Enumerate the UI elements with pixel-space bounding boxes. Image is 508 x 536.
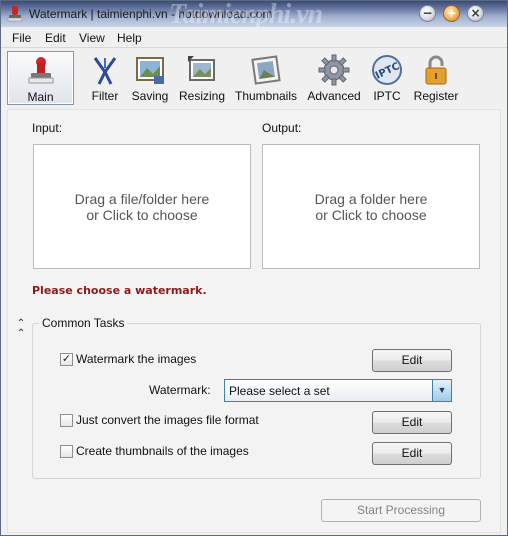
app-stamp-icon <box>7 6 23 22</box>
watermark-images-checkbox[interactable]: ✓ <box>60 352 73 366</box>
watermark-set-select[interactable]: Please select a set ▼ <box>224 379 452 402</box>
watermark-images-row[interactable]: ✓ Watermark the images <box>60 352 196 366</box>
tool-resizing-label: Resizing <box>179 89 226 103</box>
menu-edit[interactable]: Edit <box>45 31 66 45</box>
minimize-icon: − <box>422 6 433 20</box>
chevron-down-icon[interactable]: ▼ <box>432 380 451 401</box>
maximize-icon: + <box>446 6 457 20</box>
input-dropzone-line2: or Click to choose <box>86 206 198 223</box>
watermark-images-label: Watermark the images <box>76 352 197 366</box>
convert-format-label: Just convert the images file format <box>76 413 259 427</box>
tool-saving-label: Saving <box>131 89 169 103</box>
tool-advanced[interactable]: Advanced <box>307 51 361 105</box>
gear-icon <box>318 54 350 86</box>
common-tasks-title: Common Tasks <box>39 316 128 330</box>
output-label: Output: <box>262 121 302 135</box>
output-dropzone[interactable]: Drag a folder here or Click to choose <box>262 144 480 269</box>
tool-iptc[interactable]: IPTC IPTC <box>369 51 405 105</box>
close-button[interactable]: × <box>467 5 484 22</box>
convert-format-row[interactable]: Just convert the images file format <box>60 413 259 427</box>
tool-register[interactable]: Register <box>413 51 459 105</box>
watermark-select-label: Watermark: <box>149 383 211 397</box>
watermark-edit-button[interactable]: Edit <box>372 349 452 372</box>
tool-main[interactable]: Main <box>7 51 74 105</box>
input-dropzone-line1: Drag a file/folder here <box>74 190 210 207</box>
menu-view[interactable]: View <box>79 31 105 45</box>
tool-thumbnails-label: Thumbnails <box>234 89 298 103</box>
tool-main-label: Main <box>27 90 54 104</box>
tool-filter[interactable]: Filter <box>87 51 123 105</box>
tool-register-label: Register <box>413 89 459 103</box>
title-bar[interactable]: Watermark | taimienphi.vn - hotdownload.… <box>1 0 507 30</box>
menu-file[interactable]: File <box>12 31 31 45</box>
watermark-set-value: Please select a set <box>229 384 330 398</box>
filter-icon <box>93 57 117 85</box>
app-window: Watermark | taimienphi.vn - hotdownload.… <box>0 0 508 536</box>
maximize-button[interactable]: + <box>443 5 460 22</box>
input-label: Input: <box>32 121 63 135</box>
padlock-icon <box>425 55 447 85</box>
resize-picture-icon <box>188 56 215 81</box>
minimize-button[interactable]: − <box>419 5 436 22</box>
toolbar: Main Filter Saving Resizing Thumbnails A… <box>1 49 507 107</box>
tool-iptc-label: IPTC <box>373 89 401 103</box>
warning-message: Please choose a watermark. <box>32 284 207 297</box>
tool-resizing[interactable]: Resizing <box>179 51 225 105</box>
picture-save-icon <box>136 57 164 84</box>
tool-advanced-label: Advanced <box>307 89 361 103</box>
create-thumbnails-label: Create thumbnails of the images <box>76 444 249 458</box>
output-dropzone-line1: Drag a folder here <box>314 190 428 207</box>
tool-thumbnails[interactable]: Thumbnails <box>234 51 298 105</box>
iptc-icon: IPTC <box>372 55 402 85</box>
collapse-icon[interactable]: ⌃ ⌃ <box>14 319 28 339</box>
menu-help[interactable]: Help <box>117 31 142 45</box>
start-processing-button[interactable]: Start Processing <box>321 499 481 522</box>
create-thumbnails-row[interactable]: Create thumbnails of the images <box>60 444 249 458</box>
convert-format-checkbox[interactable] <box>60 413 73 427</box>
close-icon: × <box>470 6 481 20</box>
create-thumbnails-checkbox[interactable] <box>60 444 73 458</box>
tool-filter-label: Filter <box>91 89 119 103</box>
input-dropzone[interactable]: Drag a file/folder here or Click to choo… <box>33 144 251 269</box>
output-dropzone-line2: or Click to choose <box>315 206 427 223</box>
tool-saving[interactable]: Saving <box>129 51 171 105</box>
menu-bar: File Edit View Help <box>1 28 507 48</box>
convert-edit-button[interactable]: Edit <box>372 411 452 434</box>
stamp-icon <box>28 57 53 84</box>
watermark-overlay: Taimienphi.vn <box>169 0 323 30</box>
thumbnails-edit-button[interactable]: Edit <box>372 442 452 465</box>
thumbnails-icon <box>251 55 281 85</box>
